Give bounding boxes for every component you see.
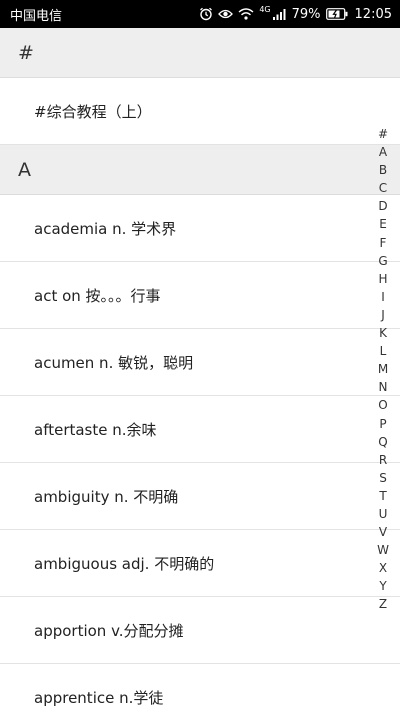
carrier-name: 中国电信	[10, 8, 63, 24]
list-item[interactable]: acumen n. 敏锐，聪明	[0, 329, 400, 396]
index-letter-hash[interactable]: #	[372, 125, 394, 143]
network-type: 4G	[259, 4, 271, 14]
status-bar: 中国电信 4G 79% 12:05	[0, 0, 400, 28]
wifi-icon	[238, 8, 254, 20]
index-letter-d[interactable]: D	[372, 197, 394, 215]
index-letter-c[interactable]: C	[372, 179, 394, 197]
index-letter-g[interactable]: G	[372, 252, 394, 270]
index-letter-q[interactable]: Q	[372, 433, 394, 451]
signal-icon	[272, 8, 287, 20]
index-letter-t[interactable]: T	[372, 487, 394, 505]
index-letter-l[interactable]: L	[372, 342, 394, 360]
list-item[interactable]: #综合教程（上）	[0, 78, 400, 145]
section-header-a: A	[0, 145, 400, 195]
index-letter-b[interactable]: B	[372, 161, 394, 179]
index-letter-f[interactable]: F	[372, 234, 394, 252]
list-item[interactable]: academia n. 学术界	[0, 195, 400, 262]
battery-percent: 79%	[291, 6, 321, 22]
index-letter-j[interactable]: J	[372, 306, 394, 324]
index-letter-w[interactable]: W	[372, 541, 394, 559]
battery-icon	[325, 8, 348, 20]
index-letter-n[interactable]: N	[372, 378, 394, 396]
index-letter-s[interactable]: S	[372, 469, 394, 487]
list-item[interactable]: ambiguity n. 不明确	[0, 463, 400, 530]
eye-icon	[218, 8, 234, 20]
index-letter-a[interactable]: A	[372, 143, 394, 161]
word-list[interactable]: # #综合教程（上） A academia n. 学术界 act on 按。。。…	[0, 28, 400, 711]
index-letter-v[interactable]: V	[372, 523, 394, 541]
list-item[interactable]: aftertaste n.余味	[0, 396, 400, 463]
index-letter-u[interactable]: U	[372, 505, 394, 523]
index-letter-r[interactable]: R	[372, 451, 394, 469]
index-letter-p[interactable]: P	[372, 415, 394, 433]
list-item[interactable]: act on 按。。。行事	[0, 262, 400, 329]
index-letter-z[interactable]: Z	[372, 595, 394, 613]
list-item[interactable]: apportion v.分配分摊	[0, 597, 400, 664]
index-letter-i[interactable]: I	[372, 288, 394, 306]
alarm-icon	[199, 7, 213, 21]
index-letter-x[interactable]: X	[372, 559, 394, 577]
index-letter-k[interactable]: K	[372, 324, 394, 342]
index-letter-y[interactable]: Y	[372, 577, 394, 595]
clock-time: 12:05	[354, 6, 392, 22]
index-letter-e[interactable]: E	[372, 215, 394, 233]
index-letter-h[interactable]: H	[372, 270, 394, 288]
index-letter-o[interactable]: O	[372, 396, 394, 414]
index-letter-m[interactable]: M	[372, 360, 394, 378]
section-header-hash: #	[0, 28, 400, 78]
alphabet-index-bar[interactable]: # A B C D E F G H I J K L M N O P Q R S …	[372, 125, 394, 614]
list-item[interactable]: ambiguous adj. 不明确的	[0, 530, 400, 597]
list-item[interactable]: apprentice n.学徒	[0, 664, 400, 711]
